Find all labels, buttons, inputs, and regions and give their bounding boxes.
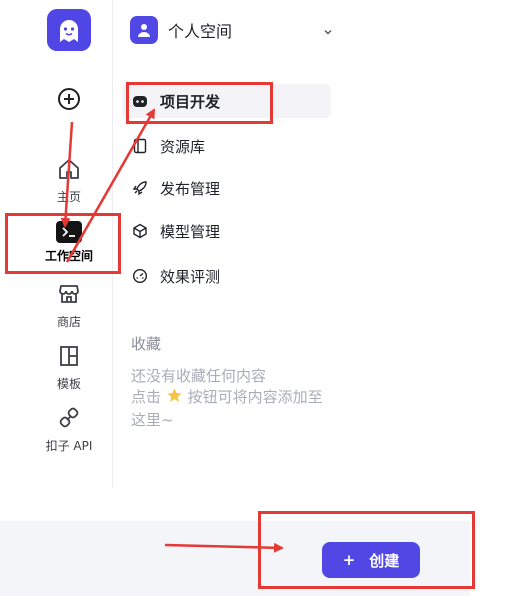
favorites-empty-line3: 这里~ xyxy=(131,411,174,429)
menu-item-publish[interactable]: 发布管理 xyxy=(122,171,331,205)
cube-icon xyxy=(132,223,148,239)
ghost-logo-icon[interactable] xyxy=(47,9,91,51)
rail-item-home[interactable]: 主页 xyxy=(24,157,114,205)
menu-item-label: 模型管理 xyxy=(160,222,221,241)
annotation-box-create xyxy=(258,511,475,589)
favorites-empty-text: 还没有收藏任何内容 点击 按钮可将内容添加至 这里~ xyxy=(131,366,335,431)
space-switcher[interactable]: 个人空间 xyxy=(130,15,336,45)
rocket-icon xyxy=(132,180,148,196)
rail-item-api[interactable]: 扣子 API xyxy=(24,406,114,454)
favorites-empty-suffix: 按钮可将内容添加至 xyxy=(187,388,323,406)
menu-item-label: 效果评测 xyxy=(160,267,221,286)
rail-item-label: 主页 xyxy=(56,190,81,204)
store-icon xyxy=(57,282,81,309)
star-icon xyxy=(166,387,183,410)
rail-item-store[interactable]: 商店 xyxy=(24,282,114,330)
home-icon xyxy=(57,157,81,184)
chevron-down-icon[interactable] xyxy=(322,23,334,42)
rail-item-label: 扣子 API xyxy=(45,439,93,453)
favorites-empty-prefix: 点击 xyxy=(131,388,162,406)
rail-item-templates[interactable]: 模板 xyxy=(24,344,114,392)
annotation-box-projects xyxy=(126,82,273,124)
favorites-empty-line2: 点击 按钮可将内容添加至 xyxy=(131,387,335,410)
rail-item-label: 商店 xyxy=(56,315,81,329)
menu-item-models[interactable]: 模型管理 xyxy=(122,214,331,248)
user-icon xyxy=(130,16,158,44)
annotation-box-workspace xyxy=(5,213,121,274)
menu-item-library[interactable]: 资源库 xyxy=(122,129,331,163)
gauge-icon xyxy=(132,268,148,284)
favorites-empty-line1: 还没有收藏任何内容 xyxy=(131,367,267,385)
menu-item-evaluation[interactable]: 效果评测 xyxy=(122,259,331,293)
plus-circle-icon[interactable] xyxy=(56,86,82,112)
menu-item-label: 资源库 xyxy=(160,137,206,156)
rail-item-label: 模板 xyxy=(56,377,81,391)
space-name: 个人空间 xyxy=(168,22,233,41)
menu-item-label: 发布管理 xyxy=(160,179,221,198)
workspace-panel: 个人空间 项目开发 资源库 发布管理 模型管理 效果评测 收藏 还没有收藏任何内… xyxy=(114,0,334,488)
favorites-title: 收藏 xyxy=(131,335,162,353)
layout-icon xyxy=(57,344,81,371)
library-icon xyxy=(132,138,148,154)
plug-icon xyxy=(57,406,81,433)
